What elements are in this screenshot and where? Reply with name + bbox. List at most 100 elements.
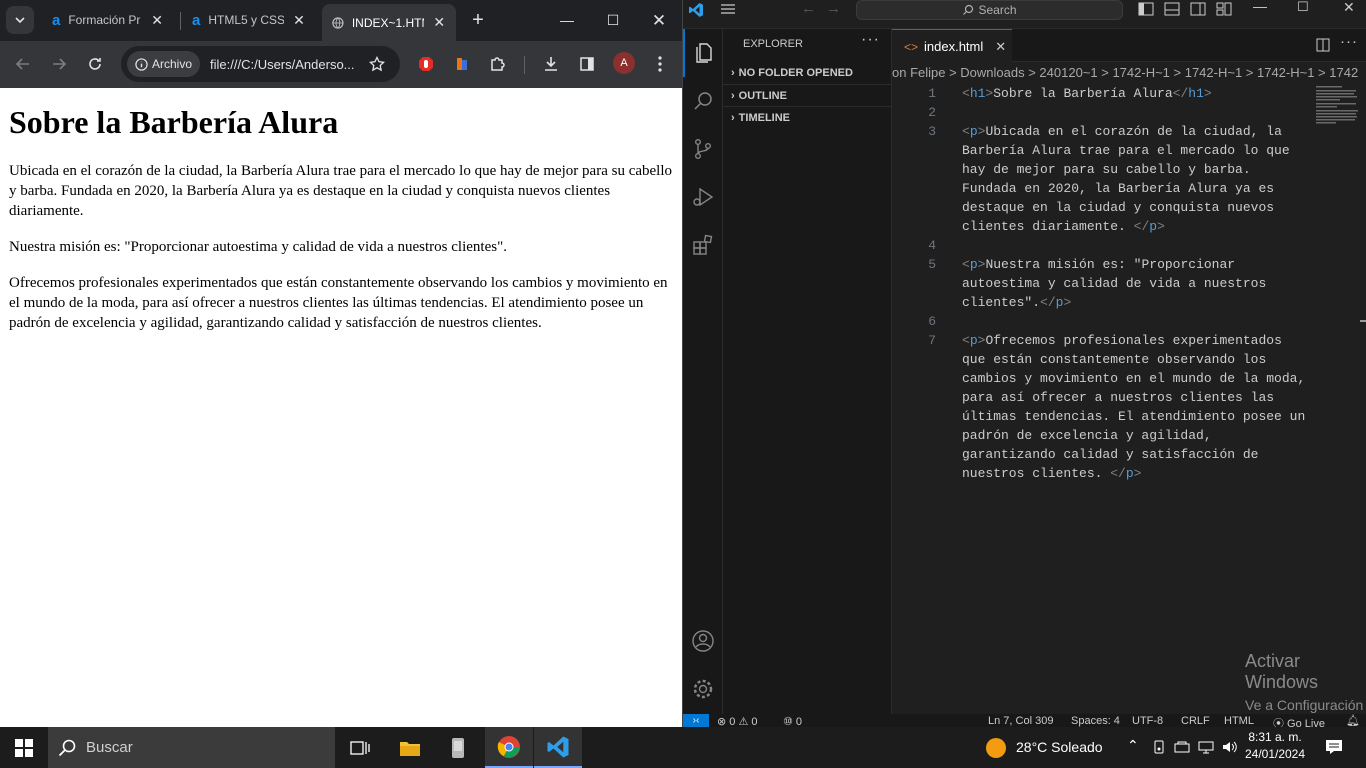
volume-icon[interactable] xyxy=(1222,740,1238,754)
close-window-button[interactable]: ✕ xyxy=(636,0,682,41)
profile-avatar[interactable]: A xyxy=(613,52,635,74)
tab-html5[interactable]: a HTML5 y CSS ✕ xyxy=(182,4,316,36)
manage-activity[interactable] xyxy=(683,665,723,713)
side-panel-button[interactable] xyxy=(573,50,601,78)
forward-button[interactable] xyxy=(45,50,73,78)
tray-network-alt-icon[interactable] xyxy=(1174,740,1190,754)
line-content[interactable]: <p>Nuestra misión es: "Proporcionar auto… xyxy=(962,255,1312,312)
chevron-up-icon[interactable]: ⌃ xyxy=(1127,737,1139,754)
toggle-panel-icon[interactable] xyxy=(1164,2,1180,16)
editor-more-icon[interactable]: ··· xyxy=(1340,33,1358,50)
extension-stop-button[interactable] xyxy=(412,50,440,78)
close-tab-icon[interactable]: ✕ xyxy=(292,12,306,29)
start-button[interactable] xyxy=(0,727,48,768)
hamburger-menu-icon[interactable] xyxy=(720,3,736,15)
tab-formacion[interactable]: a Formación Pr ✕ xyxy=(42,4,174,36)
network-icon[interactable] xyxy=(1198,740,1214,754)
files-icon xyxy=(696,43,712,63)
minimap[interactable] xyxy=(1314,84,1360,124)
eol-status[interactable]: CRLF xyxy=(1181,715,1210,727)
tab-strip: a Formación Pr ✕ a HTML5 y CSS ✕ INDEX~1… xyxy=(0,0,682,41)
chrome-app[interactable] xyxy=(485,727,533,768)
back-button[interactable] xyxy=(9,50,37,78)
vscode-maximize-button[interactable]: ☐ xyxy=(1297,0,1309,15)
task-view-button[interactable] xyxy=(336,727,384,768)
remote-indicator-icon[interactable]: ›‹ xyxy=(683,714,709,727)
extension-button[interactable] xyxy=(448,50,476,78)
code-editor[interactable]: 1 <h1>Sobre la Barbería Alura</h1> 2 3 <p>Ub… xyxy=(892,84,1312,483)
pinned-app[interactable] xyxy=(434,727,482,768)
maximize-button[interactable]: ☐ xyxy=(590,0,636,41)
split-editor-icon[interactable] xyxy=(1316,38,1330,52)
accounts-activity[interactable] xyxy=(683,617,723,665)
browser-menu-button[interactable] xyxy=(646,50,674,78)
go-live-button[interactable]: ⦿ Go Live xyxy=(1273,715,1325,727)
tray-device-icon[interactable] xyxy=(1152,740,1166,754)
code-line[interactable]: 4 xyxy=(892,236,1312,255)
more-actions-icon[interactable]: ··· xyxy=(861,31,880,49)
encoding-status[interactable]: UTF-8 xyxy=(1132,715,1163,727)
notifications-icon[interactable] xyxy=(1325,739,1343,755)
search-activity[interactable] xyxy=(683,77,723,125)
status-bar: ›‹ ⊗ 0 ⚠ 0 ⑩ 0 Ln 7, Col 309 Spaces: 4 U… xyxy=(683,714,1366,727)
toggle-primary-sidebar-icon[interactable] xyxy=(1138,2,1154,16)
weather-status[interactable]: 28°C Soleado xyxy=(1016,739,1103,755)
toggle-secondary-sidebar-icon[interactable] xyxy=(1190,2,1206,16)
site-info-chip[interactable]: Archivo xyxy=(127,51,201,77)
close-icon[interactable]: ✕ xyxy=(995,39,1006,55)
line-content[interactable]: <h1>Sobre la Barbería Alura</h1> xyxy=(962,84,1312,103)
language-status[interactable]: HTML xyxy=(1224,715,1254,727)
reload-button[interactable] xyxy=(81,50,109,78)
line-content[interactable] xyxy=(962,312,1312,331)
run-debug-activity[interactable] xyxy=(683,173,723,221)
breadcrumb[interactable]: on Felipe > Downloads > 240120~1 > 1742-… xyxy=(892,62,1366,84)
tab-index-active[interactable]: INDEX~1.HTM ✕ xyxy=(322,4,456,41)
ports-status[interactable]: ⑩ 0 xyxy=(783,715,802,727)
tab-search-button[interactable] xyxy=(6,6,34,34)
line-content[interactable]: <p>Ofrecemos profesionales experimentado… xyxy=(962,331,1312,483)
vscode-minimize-button[interactable]: — xyxy=(1253,0,1267,14)
extensions-activity[interactable] xyxy=(683,221,723,269)
section-outline[interactable]: › OUTLINE xyxy=(723,84,892,106)
bookmark-star-icon[interactable] xyxy=(369,56,386,72)
code-line[interactable]: 2 xyxy=(892,103,1312,122)
notifications-bell-icon[interactable]: 🔔︎ xyxy=(1346,714,1360,727)
weather-sun-icon[interactable] xyxy=(986,738,1006,758)
vscode-app[interactable] xyxy=(534,727,582,768)
address-bar[interactable]: Archivo file:///C:/Users/Anderso... xyxy=(121,46,400,82)
code-line[interactable]: 5 <p>Nuestra misión es: "Proporcionar aut… xyxy=(892,255,1312,312)
scrollbar-indicator[interactable] xyxy=(1360,320,1366,322)
code-line[interactable]: 7 <p>Ofrecemos profesionales experimentad… xyxy=(892,331,1312,483)
nav-back-icon[interactable]: ← xyxy=(801,0,816,17)
downloads-button[interactable] xyxy=(537,50,565,78)
code-line[interactable]: 3 <p>Ubicada en el corazón de la ciudad, … xyxy=(892,122,1312,236)
tab-index-html[interactable]: <> index.html ✕ xyxy=(892,29,1012,63)
close-tab-icon[interactable]: ✕ xyxy=(150,12,164,29)
minimize-button[interactable]: — xyxy=(544,0,590,41)
new-tab-button[interactable]: + xyxy=(466,8,490,32)
clock[interactable]: 8:31 a. m. 24/01/2024 xyxy=(1244,730,1306,761)
vscode-close-button[interactable]: ✕ xyxy=(1343,0,1355,16)
explorer-sidebar: EXPLORER ··· › NO FOLDER OPENED › OUTLINE … xyxy=(723,29,892,714)
explorer-activity[interactable] xyxy=(683,29,723,77)
url-text[interactable]: file:///C:/Users/Anderso... xyxy=(210,57,362,72)
problems-status[interactable]: ⊗ 0 ⚠ 0 xyxy=(717,715,757,727)
line-content[interactable] xyxy=(962,103,1312,122)
line-number: 1 xyxy=(928,86,936,101)
line-content[interactable]: <p>Ubicada en el corazón de la ciudad, l… xyxy=(962,122,1312,236)
section-no-folder[interactable]: › NO FOLDER OPENED xyxy=(723,62,892,84)
extensions-menu-button[interactable] xyxy=(484,50,512,78)
taskbar-search[interactable]: Buscar xyxy=(48,727,335,768)
command-center-search[interactable]: Search xyxy=(856,0,1123,20)
customize-layout-icon[interactable] xyxy=(1216,2,1232,16)
code-line[interactable]: 6 xyxy=(892,312,1312,331)
cursor-position[interactable]: Ln 7, Col 309 xyxy=(988,715,1053,727)
code-line[interactable]: 1 <h1>Sobre la Barbería Alura</h1> xyxy=(892,84,1312,103)
section-timeline[interactable]: › TIMELINE xyxy=(723,106,892,128)
indentation-status[interactable]: Spaces: 4 xyxy=(1071,715,1120,727)
file-explorer-app[interactable] xyxy=(386,727,434,768)
source-control-activity[interactable] xyxy=(683,125,723,173)
close-tab-icon[interactable]: ✕ xyxy=(432,14,446,31)
nav-forward-icon[interactable]: → xyxy=(826,0,841,17)
line-content[interactable] xyxy=(962,236,1312,255)
